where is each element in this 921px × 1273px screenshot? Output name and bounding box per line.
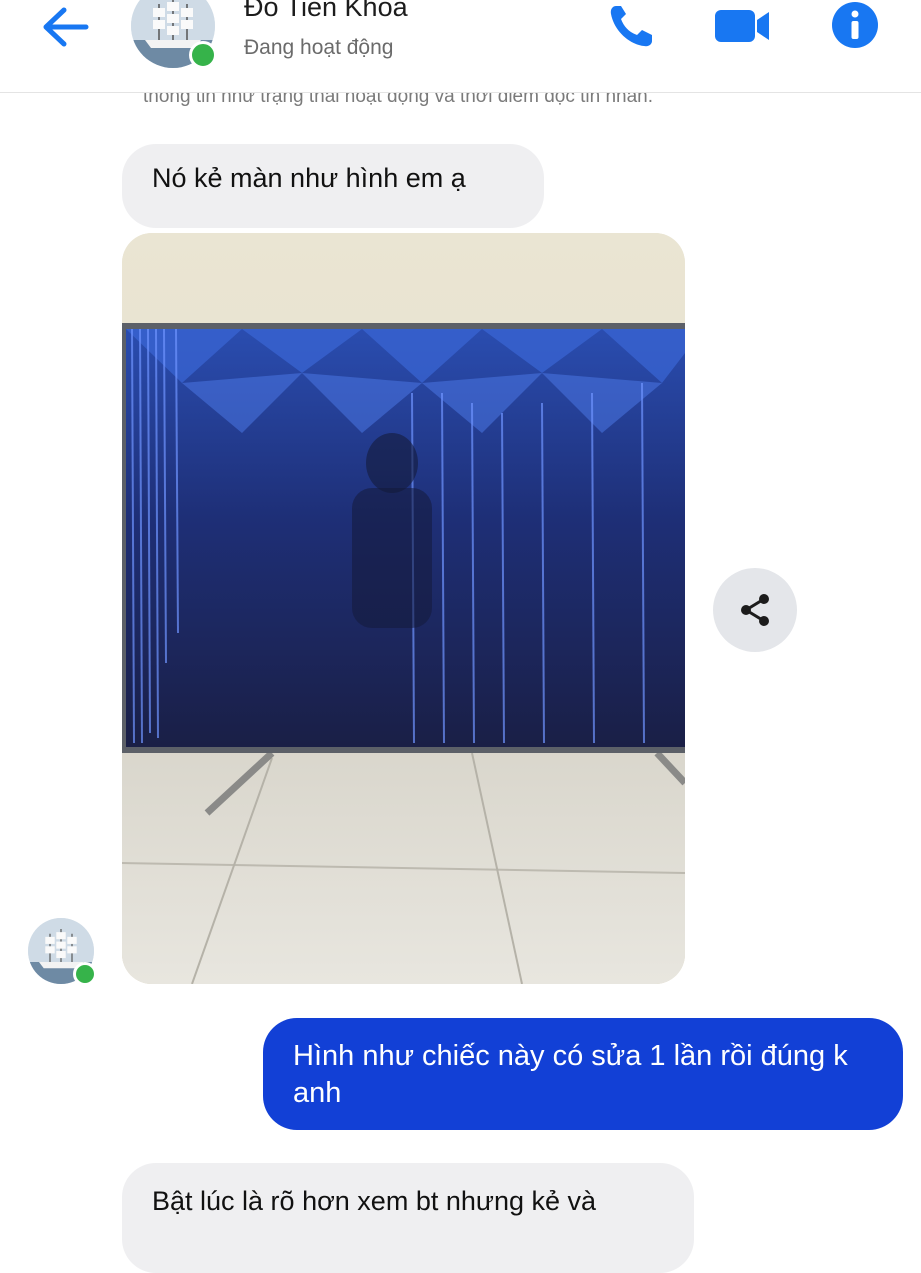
info-button[interactable] [828,0,882,52]
info-icon [832,2,878,48]
phone-icon [610,6,652,47]
back-button[interactable] [38,4,94,50]
incoming-message[interactable]: Bật lúc là rõ hơn xem bt nhưng kẻ và [122,1163,694,1273]
call-button[interactable] [604,0,660,50]
image-message[interactable] [122,233,685,984]
incoming-message[interactable]: Nó kẻ màn như hình em ạ [122,144,544,228]
video-camera-icon [715,10,769,42]
share-icon [741,594,769,626]
chat-header: Đỗ Tiến Khoa Đang hoạt động [0,0,921,93]
online-indicator [189,41,217,69]
online-indicator [73,962,97,986]
message-text: Bật lúc là rõ hơn xem bt nhưng kẻ và [152,1186,597,1216]
contact-name[interactable]: Đỗ Tiến Khoa [244,0,408,23]
share-button[interactable] [713,568,797,652]
tv-photo [122,233,685,984]
message-text: Hình như chiếc này có sửa 1 lần rồi đúng… [293,1040,848,1109]
video-call-button[interactable] [711,0,773,50]
message-text: Nó kẻ màn như hình em ạ [152,163,466,193]
back-arrow-icon [43,7,89,47]
contact-status: Đang hoạt động [244,36,394,59]
outgoing-message[interactable]: Hình như chiếc này có sửa 1 lần rồi đúng… [263,1018,903,1130]
